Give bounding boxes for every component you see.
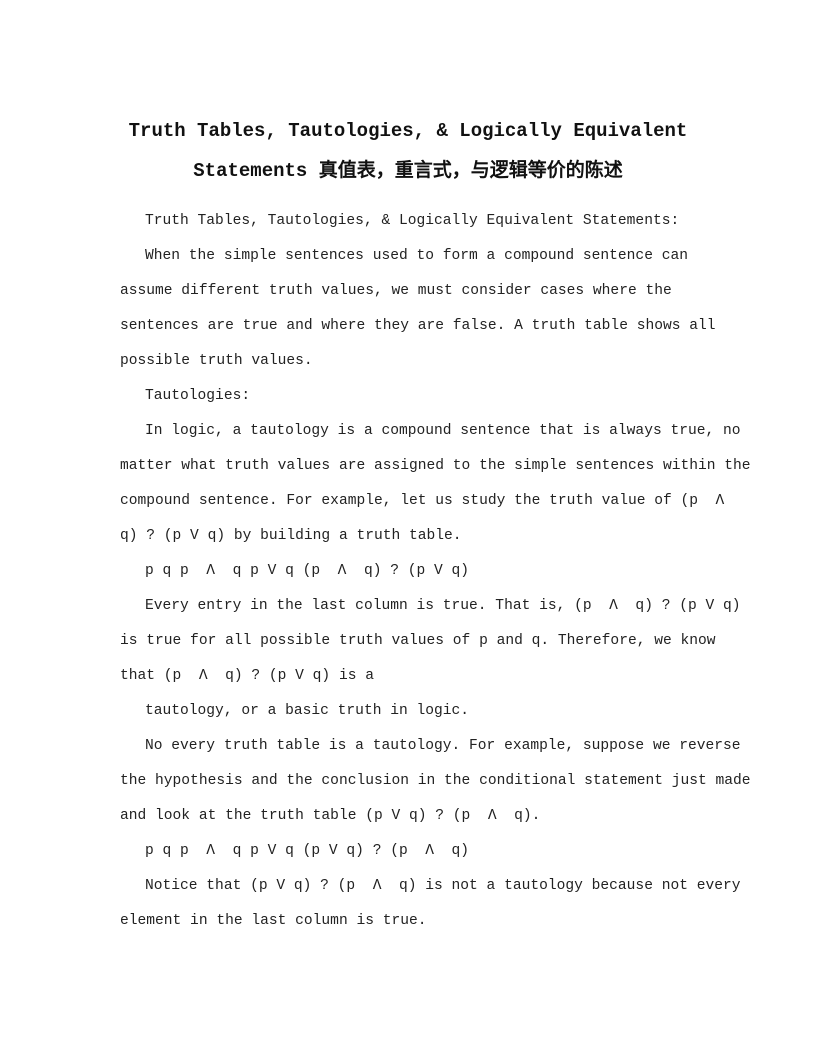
paragraph-line: q) ? (p V q) by building a truth table. (120, 528, 462, 544)
paragraph-line: that (p Λ q) ? (p V q) is a (120, 668, 374, 684)
section-heading-truth-tables: Truth Tables, Tautologies, & Logically E… (145, 213, 680, 229)
paragraph-line: compound sentence. For example, let us s… (120, 493, 725, 509)
paragraph-line: element in the last column is true. (120, 913, 427, 929)
paragraph-line: When the simple sentences used to form a… (145, 248, 688, 264)
document-title-line-2: Statements 真值表，重言式，与逻辑等价的陈述 (193, 160, 623, 182)
paragraph-line: Every entry in the last column is true. … (145, 598, 741, 614)
paragraph-line: possible truth values. (120, 353, 313, 369)
paragraph-line: assume different truth values, we must c… (120, 283, 672, 299)
section-heading-tautologies: Tautologies: (145, 388, 251, 404)
paragraph-line: Notice that (p V q) ? (p Λ q) is not a t… (145, 878, 741, 894)
paragraph-line: matter what truth values are assigned to… (120, 458, 751, 474)
truth-table-header: p q p Λ q p V q (p Λ q) ? (p V q) (145, 563, 470, 579)
paragraph-line: is true for all possible truth values of… (120, 633, 716, 649)
document-page: Truth Tables, Tautologies, & Logically E… (0, 0, 816, 1056)
paragraph-line: In logic, a tautology is a compound sent… (145, 423, 741, 439)
paragraph-line: No every truth table is a tautology. For… (145, 738, 741, 754)
document-title-line-1: Truth Tables, Tautologies, & Logically E… (128, 120, 688, 142)
paragraph-line: sentences are true and where they are fa… (120, 318, 716, 334)
truth-table-header: p q p Λ q p V q (p V q) ? (p Λ q) (145, 843, 470, 859)
paragraph-line: tautology, or a basic truth in logic. (145, 703, 470, 719)
paragraph-line: the hypothesis and the conclusion in the… (120, 773, 751, 789)
paragraph-line: and look at the truth table (p V q) ? (p… (120, 808, 541, 824)
